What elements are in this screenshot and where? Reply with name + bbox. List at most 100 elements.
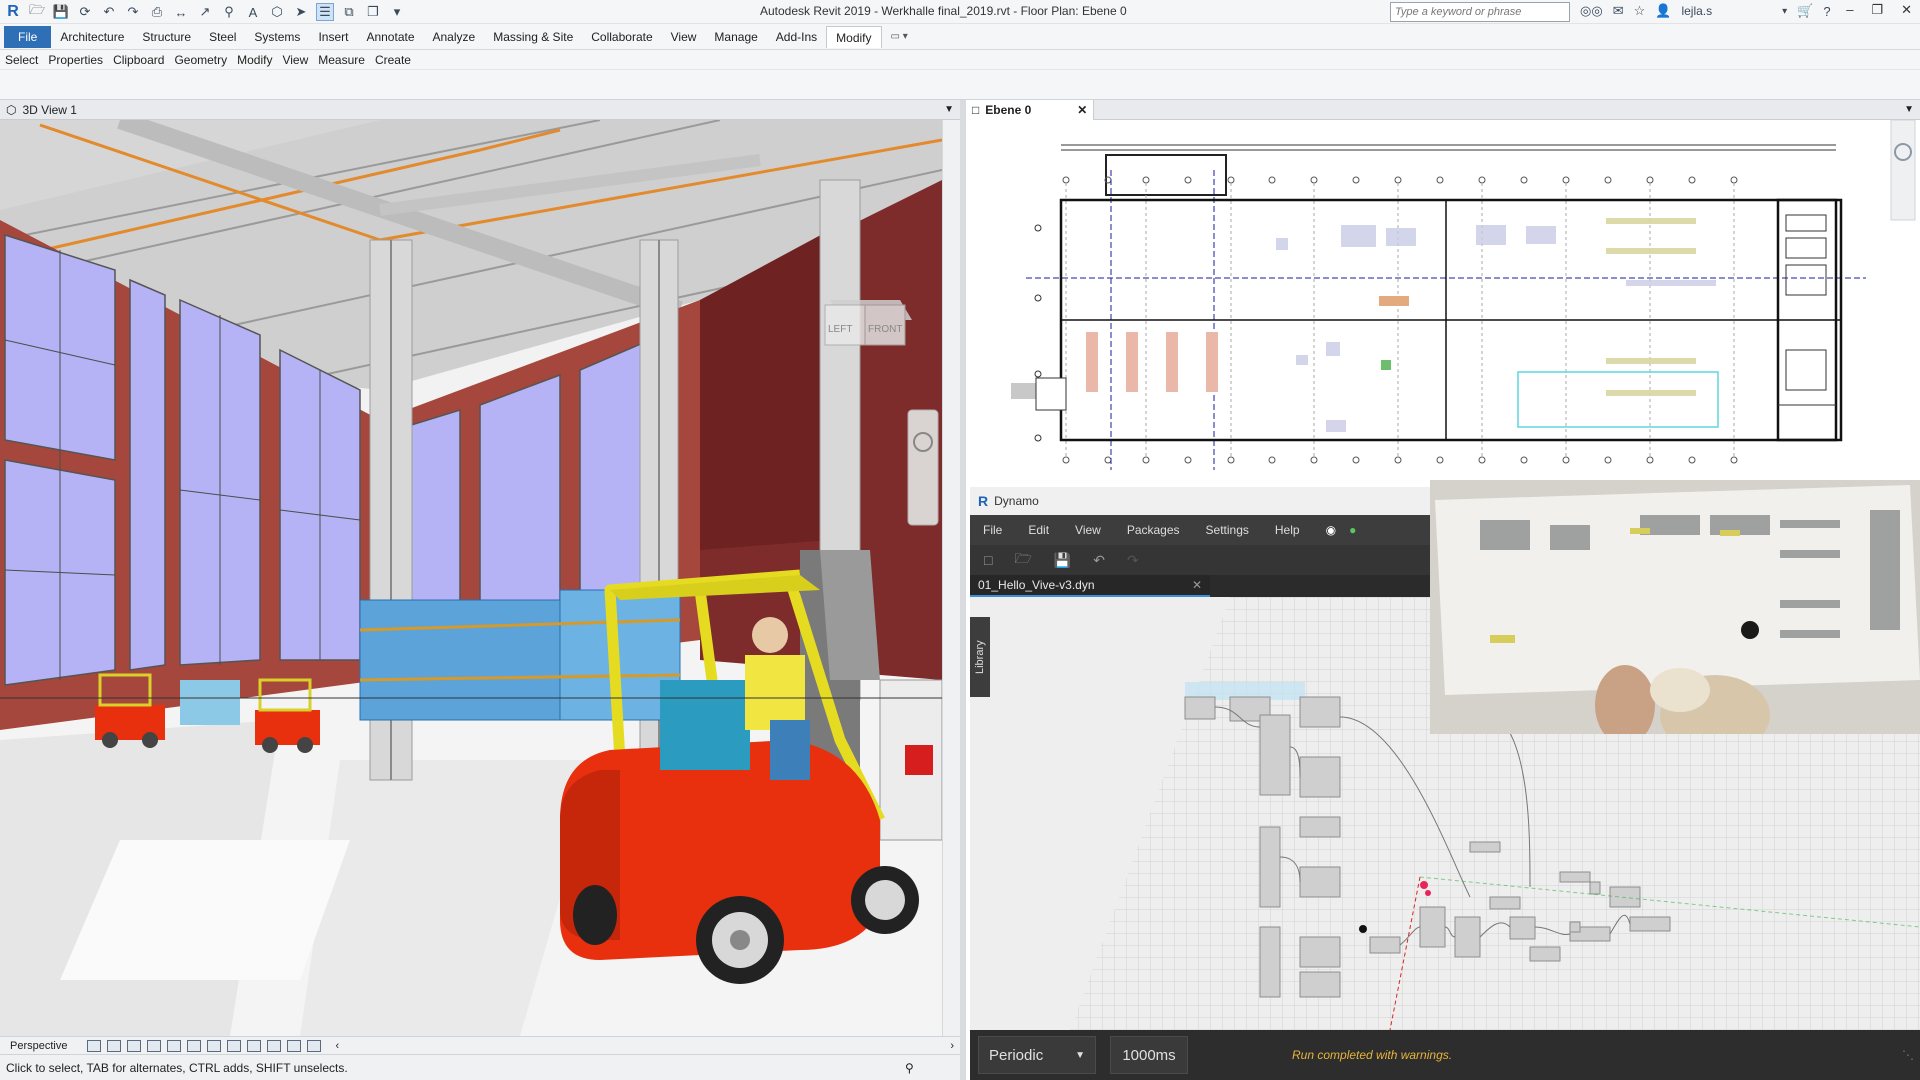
scroll-right-icon[interactable]: › — [950, 1040, 954, 1052]
ribbon-panel-bar: Select Properties Clipboard Geometry Mod… — [0, 50, 1920, 70]
tab-manage[interactable]: Manage — [705, 26, 766, 48]
search-input[interactable]: Type a keyword or phrase — [1390, 2, 1570, 22]
redo-icon[interactable]: ↷ — [124, 3, 142, 21]
dynamo-undo-icon[interactable]: ↶ — [1093, 552, 1105, 569]
panel-modify[interactable]: Modify — [232, 53, 277, 67]
tab-modify[interactable]: Modify — [826, 26, 882, 48]
shadows-icon[interactable] — [167, 1039, 182, 1052]
undo-icon[interactable]: ↶ — [100, 3, 118, 21]
text-icon[interactable]: A — [244, 3, 262, 21]
switch-windows-icon[interactable]: ❐ — [364, 3, 382, 21]
dynamo-menu-file[interactable]: File — [970, 523, 1015, 537]
scroll-left-icon[interactable]: ‹ — [335, 1040, 339, 1052]
tab-analyze[interactable]: Analyze — [424, 26, 485, 48]
view-menu-icon[interactable]: ▼ — [944, 104, 954, 115]
restore-icon[interactable]: ❐ — [1871, 2, 1883, 18]
tag-icon[interactable]: ⚲ — [220, 3, 238, 21]
tab-steel[interactable]: Steel — [200, 26, 245, 48]
visual-style-icon[interactable] — [127, 1039, 142, 1052]
panel-properties[interactable]: Properties — [43, 53, 108, 67]
tab-ebene-0-label: Ebene 0 — [985, 102, 1032, 117]
crop-icon[interactable] — [207, 1039, 222, 1052]
panel-measure[interactable]: Measure — [313, 53, 370, 67]
run-interval-input[interactable]: 1000ms — [1110, 1036, 1188, 1074]
worksharing-icon[interactable] — [307, 1039, 322, 1052]
close-window-icon[interactable]: ✕ — [1901, 2, 1912, 18]
panel-select[interactable]: Select — [0, 53, 43, 67]
dynamo-open-icon[interactable]: 🗁 — [1014, 548, 1031, 572]
dynamo-save-icon[interactable]: 💾 — [1054, 552, 1071, 569]
tab-architecture[interactable]: Architecture — [51, 26, 133, 48]
detail-level-icon[interactable] — [107, 1039, 122, 1052]
tab-annotate[interactable]: Annotate — [357, 26, 423, 48]
tab-systems[interactable]: Systems — [245, 26, 309, 48]
thin-lines-icon[interactable]: ☰ — [316, 3, 334, 21]
tab-add-ins[interactable]: Add-Ins — [767, 26, 826, 48]
qat-dropdown-icon[interactable]: ▾ — [388, 3, 406, 21]
3d-viewport[interactable]: LEFT FRONT — [0, 120, 942, 1036]
panel-clipboard[interactable]: Clipboard — [108, 53, 169, 67]
dynamo-file-tab[interactable]: 01_Hello_Vive-v3.dyn ✕ — [970, 575, 1210, 597]
3d-view-icon[interactable]: ⬡ — [268, 3, 286, 21]
run-mode-dropdown-icon: ▼ — [1075, 1049, 1085, 1061]
dynamo-notification-icon[interactable]: ◉ ● — [1313, 523, 1383, 537]
close-hidden-icon[interactable]: ⧉ — [340, 3, 358, 21]
help-icon[interactable]: ? — [1823, 4, 1830, 19]
temporary-hide-icon[interactable] — [267, 1039, 282, 1052]
dynamo-close-tab-icon[interactable]: ✕ — [1192, 578, 1202, 592]
window-title: Autodesk Revit 2019 - Werkhalle final_20… — [760, 4, 1127, 18]
resize-grip-icon[interactable]: ⋱ — [1902, 1048, 1914, 1062]
filter-icon[interactable]: ⚲ — [905, 1061, 914, 1075]
lock-view-icon[interactable] — [247, 1039, 262, 1052]
dynamo-redo-icon[interactable]: ↷ — [1127, 552, 1139, 569]
reveal-hidden-icon[interactable] — [287, 1039, 302, 1052]
section-icon[interactable]: ➤ — [292, 3, 310, 21]
revit-logo-icon[interactable]: R — [4, 3, 22, 21]
library-tab[interactable]: Library — [970, 617, 990, 697]
panel-geometry[interactable]: Geometry — [169, 53, 232, 67]
run-mode-select[interactable]: Periodic ▼ — [978, 1036, 1096, 1074]
tab-structure[interactable]: Structure — [133, 26, 200, 48]
user-name[interactable]: lejla.s — [1681, 4, 1712, 18]
favorites-icon[interactable]: ☆ — [1634, 3, 1646, 19]
print-icon[interactable]: ⎙ — [148, 3, 166, 21]
tab-insert[interactable]: Insert — [309, 26, 357, 48]
floor-plan-viewport[interactable] — [966, 120, 1920, 480]
tab-collaborate[interactable]: Collaborate — [582, 26, 661, 48]
save-icon[interactable]: 💾 — [52, 3, 70, 21]
dynamo-title: Dynamo — [994, 494, 1039, 508]
tab-view[interactable]: View — [662, 26, 706, 48]
binoculars-icon[interactable]: ◎◎ — [1580, 3, 1603, 19]
user-dropdown-icon[interactable]: ▾ — [1782, 6, 1787, 17]
user-icon[interactable]: 👤 — [1655, 3, 1671, 19]
plan-view-menu-icon[interactable]: ▼ — [1904, 104, 1914, 115]
dynamo-menu-help[interactable]: Help — [1262, 523, 1313, 537]
ribbon-display-toggle-icon[interactable]: ▭ ▾ — [882, 26, 917, 48]
tab-3d-view-1[interactable]: ⬡ 3D View 1 — [0, 103, 83, 117]
3d-view-scrollbar[interactable] — [942, 120, 960, 1036]
dimension-icon[interactable]: ↗ — [196, 3, 214, 21]
scale-icon[interactable] — [87, 1039, 102, 1052]
measure-icon[interactable]: ↔ — [172, 3, 190, 21]
dynamo-menu-edit[interactable]: Edit — [1015, 523, 1062, 537]
show-crop-icon[interactable] — [227, 1039, 242, 1052]
communication-icon[interactable]: ✉ — [1613, 3, 1624, 19]
sync-icon[interactable]: ⟳ — [76, 3, 94, 21]
panel-view[interactable]: View — [277, 53, 313, 67]
close-tab-icon[interactable]: ✕ — [1077, 103, 1087, 117]
sun-path-icon[interactable] — [147, 1039, 162, 1052]
cart-icon[interactable]: 🛒 — [1797, 3, 1813, 19]
render-icon[interactable] — [187, 1039, 202, 1052]
run-status: Run completed with warnings. — [1292, 1048, 1453, 1062]
view-style-label[interactable]: Perspective — [10, 1040, 67, 1052]
dynamo-new-icon[interactable]: □ — [984, 552, 992, 568]
minimize-icon[interactable]: – — [1846, 2, 1853, 18]
dynamo-menu-settings[interactable]: Settings — [1193, 523, 1262, 537]
dynamo-menu-packages[interactable]: Packages — [1114, 523, 1193, 537]
tab-file[interactable]: File — [4, 26, 52, 48]
dynamo-menu-view[interactable]: View — [1062, 523, 1114, 537]
tab-ebene-0[interactable]: □ Ebene 0 ✕ — [966, 99, 1095, 120]
open-icon[interactable]: 🗁 — [28, 2, 46, 21]
tab-massing-site[interactable]: Massing & Site — [484, 26, 582, 48]
panel-create[interactable]: Create — [370, 53, 416, 67]
